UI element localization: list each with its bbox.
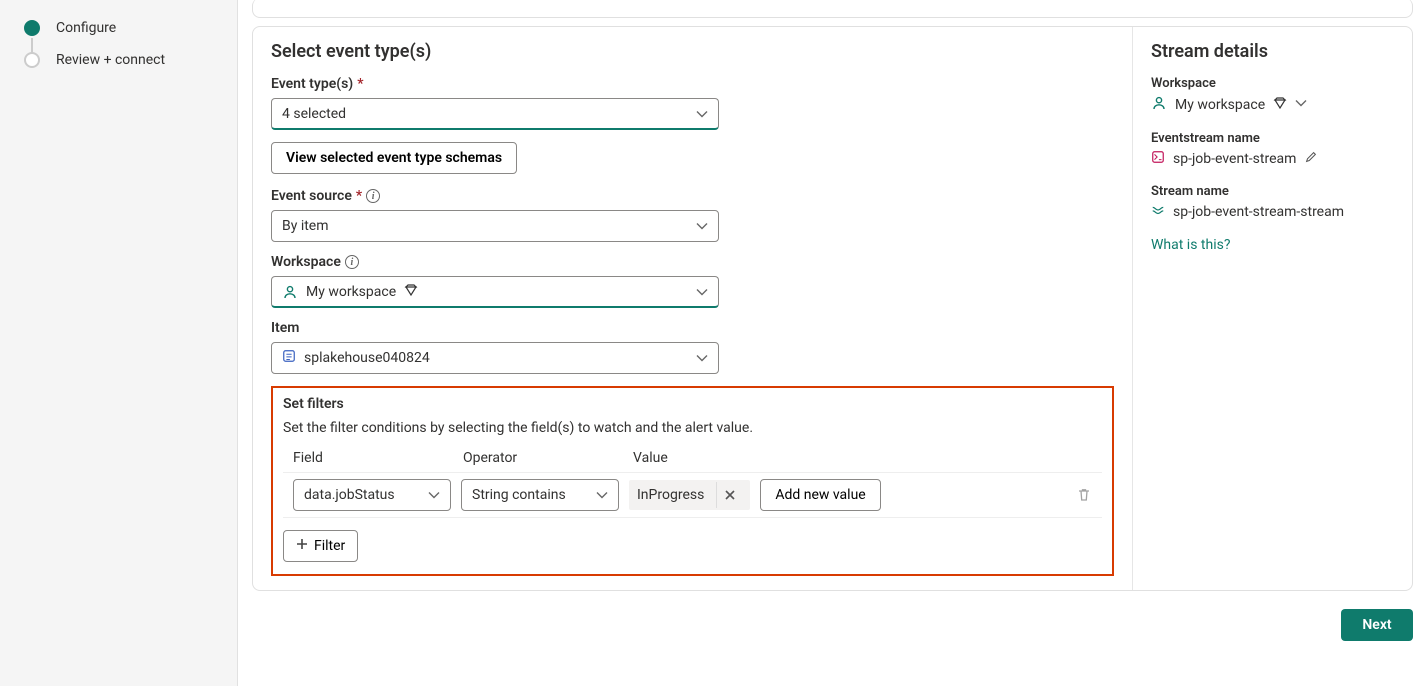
select-value: String contains <box>472 487 566 503</box>
step-review-connect[interactable]: Review + connect <box>24 52 237 68</box>
step-label: Configure <box>56 20 116 36</box>
view-schemas-button[interactable]: View selected event type schemas <box>271 142 517 174</box>
stream-details-panel: Stream details Workspace My workspace <box>1132 27 1412 590</box>
event-config-card: Select event type(s) Event type(s) * 4 s… <box>252 26 1413 591</box>
required-asterisk: * <box>356 188 362 204</box>
select-value: My workspace <box>306 284 396 300</box>
person-icon <box>282 284 298 300</box>
workspace-dropdown-chevron[interactable] <box>1295 97 1307 113</box>
add-filter-button[interactable]: Filter <box>283 530 358 562</box>
chip-label: InProgress <box>637 487 704 503</box>
chevron-down-icon <box>696 108 708 120</box>
chevron-down-icon <box>428 489 440 501</box>
filters-description: Set the filter conditions by selecting t… <box>283 420 1102 436</box>
step-dot-active-icon <box>24 20 40 36</box>
collapsed-card <box>252 0 1413 18</box>
chevron-down-icon <box>696 286 708 298</box>
details-title: Stream details <box>1151 41 1394 62</box>
chevron-down-icon <box>596 489 608 501</box>
filters-header-row: Field Operator Value <box>283 450 1102 472</box>
filters-section: Set filters Set the filter conditions by… <box>271 386 1114 576</box>
filter-field-select[interactable]: data.jobStatus <box>293 479 451 511</box>
workspace-select[interactable]: My workspace <box>271 276 719 308</box>
select-value: By item <box>282 218 329 234</box>
stepper-sidebar: Configure Review + connect <box>0 0 238 686</box>
step-dot-icon <box>24 52 40 68</box>
diamond-icon <box>404 283 418 301</box>
filters-header-field: Field <box>293 450 451 466</box>
app-root: Configure Review + connect Select event … <box>0 0 1427 686</box>
lakehouse-icon <box>282 349 296 367</box>
item-select[interactable]: splakehouse040824 <box>271 342 719 374</box>
event-source-label: Event source * i <box>271 188 1114 204</box>
section-title: Select event type(s) <box>271 41 1114 62</box>
person-icon <box>1151 95 1167 115</box>
filters-title: Set filters <box>283 396 1102 412</box>
delete-filter-button[interactable] <box>1076 487 1092 503</box>
add-filter-label: Filter <box>314 538 345 554</box>
select-value: splakehouse040824 <box>304 350 430 366</box>
select-value: 4 selected <box>282 106 346 122</box>
details-workspace-label: Workspace <box>1151 76 1394 91</box>
footer-actions: Next <box>252 591 1413 641</box>
remove-value-button[interactable] <box>716 482 742 508</box>
edit-eventstream-button[interactable] <box>1304 150 1318 168</box>
workspace-label: Workspace i <box>271 254 1114 270</box>
event-types-label: Event type(s) * <box>271 76 1114 92</box>
required-asterisk: * <box>357 76 363 92</box>
plus-icon <box>296 538 308 554</box>
details-stream: Stream name sp-job-event-stream-stream <box>1151 184 1394 221</box>
event-source-select[interactable]: By item <box>271 210 719 242</box>
filters-header-value: Value <box>633 450 1092 466</box>
chevron-down-icon <box>696 352 708 364</box>
details-eventstream-value: sp-job-event-stream <box>1173 151 1296 167</box>
main-panel: Select event type(s) Event type(s) * 4 s… <box>238 0 1427 686</box>
chevron-down-icon <box>696 220 708 232</box>
details-workspace: Workspace My workspace <box>1151 76 1394 115</box>
details-eventstream-label: Eventstream name <box>1151 131 1394 146</box>
details-stream-label: Stream name <box>1151 184 1394 199</box>
info-icon[interactable]: i <box>345 255 359 269</box>
next-button[interactable]: Next <box>1341 609 1413 641</box>
details-eventstream: Eventstream name sp-job-event-stream <box>1151 131 1394 168</box>
details-stream-value: sp-job-event-stream-stream <box>1173 204 1344 220</box>
select-value: data.jobStatus <box>304 487 395 503</box>
stream-icon <box>1151 203 1165 221</box>
add-new-value-button[interactable]: Add new value <box>760 479 880 511</box>
what-is-this-link[interactable]: What is this? <box>1151 237 1394 253</box>
filter-operator-select[interactable]: String contains <box>461 479 619 511</box>
item-label: Item <box>271 320 1114 336</box>
details-workspace-value: My workspace <box>1175 97 1265 113</box>
step-label: Review + connect <box>56 52 165 68</box>
eventstream-icon <box>1151 150 1165 168</box>
form-column: Select event type(s) Event type(s) * 4 s… <box>253 27 1132 590</box>
filter-value-chip: InProgress <box>629 480 750 510</box>
info-icon[interactable]: i <box>366 189 380 203</box>
filters-header-operator: Operator <box>463 450 621 466</box>
step-configure[interactable]: Configure <box>24 20 237 36</box>
event-types-select[interactable]: 4 selected <box>271 98 719 130</box>
filter-row: data.jobStatus String contains <box>283 472 1102 518</box>
diamond-icon <box>1273 96 1287 114</box>
